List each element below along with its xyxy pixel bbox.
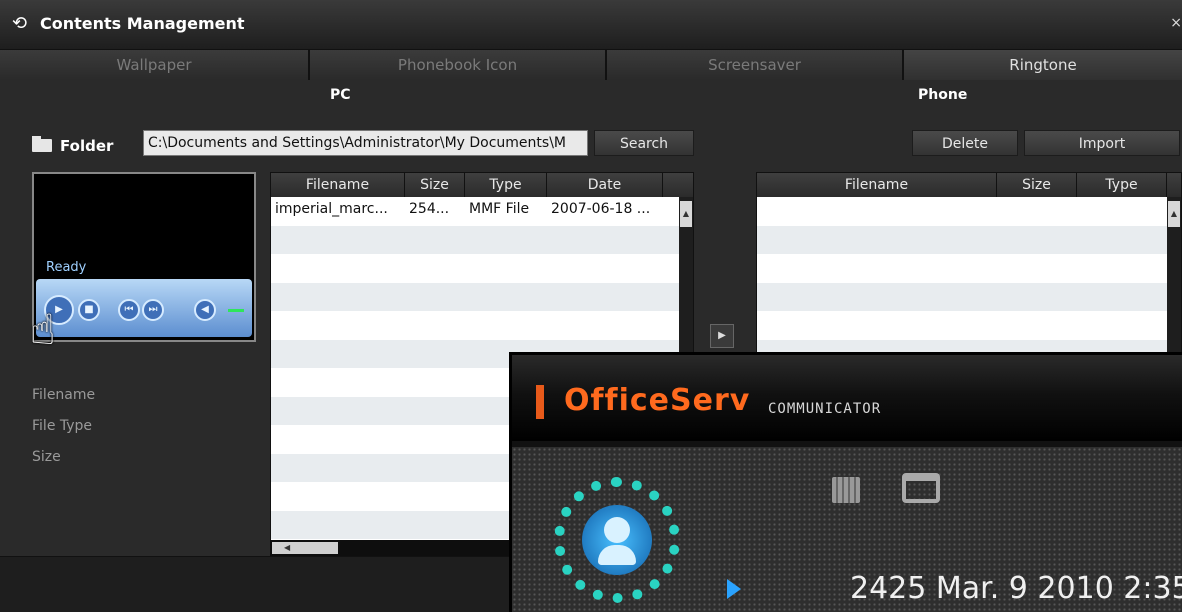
cell-filename: imperial_marc... — [275, 201, 388, 217]
window-title: Contents Management — [40, 14, 245, 33]
search-button[interactable]: Search — [594, 130, 694, 156]
scroll-left-arrow-icon[interactable]: ◀ — [272, 542, 338, 554]
scroll-up-arrow-icon[interactable]: ▲ — [680, 201, 692, 227]
table-header: Filename Size Type Date — [271, 173, 693, 197]
column-header-size[interactable]: Size — [405, 173, 465, 197]
media-player: Ready ▶ ■ ⏮ ⏭ ◀ — [32, 172, 256, 342]
table-row — [757, 197, 1181, 226]
previous-button[interactable]: ⏮ — [118, 299, 140, 321]
horizontal-scrollbar[interactable]: ◀ — [270, 540, 510, 556]
column-header-date[interactable]: Date — [547, 173, 663, 197]
tab-screensaver[interactable]: Screensaver — [607, 50, 904, 80]
content-tabs: Wallpaper Phonebook Icon Screensaver Rin… — [0, 50, 1182, 80]
avatar-head — [604, 517, 630, 543]
table-header: Filename Size Type — [757, 173, 1181, 197]
close-button[interactable]: × — [1170, 15, 1182, 31]
table-row — [757, 254, 1181, 283]
brand-bar-icon — [536, 385, 544, 419]
phone-file-table: Filename Size Type ▲ — [756, 172, 1182, 362]
scroll-up-arrow-icon[interactable]: ▲ — [1168, 201, 1180, 227]
filename-label: Filename — [32, 387, 96, 403]
folder-icon — [32, 136, 52, 152]
tab-wallpaper[interactable]: Wallpaper — [0, 50, 310, 80]
file-info: Filename File Type Size — [32, 380, 95, 473]
contacts-icon[interactable] — [832, 477, 860, 503]
window-titlebar: ⟲ Contents Management × — [0, 0, 1182, 50]
tab-phonebook-icon[interactable]: Phonebook Icon — [310, 50, 607, 80]
phone-panel-title: Phone — [918, 87, 968, 103]
player-controls: ▶ ■ ⏮ ⏭ ◀ — [36, 279, 252, 337]
next-button[interactable]: ⏭ — [142, 299, 164, 321]
table-row — [271, 225, 693, 254]
cell-size: 254... — [409, 201, 450, 217]
refresh-icon: ⟲ — [12, 13, 28, 34]
volume-icon[interactable]: ◀ — [194, 299, 216, 321]
brand-subtitle: COMMUNICATOR — [768, 401, 882, 417]
tab-ringtone[interactable]: Ringtone — [904, 50, 1182, 80]
table-row — [271, 311, 693, 340]
cell-date: 2007-06-18 ... — [551, 201, 651, 217]
transfer-arrow-button[interactable]: ▶ — [710, 324, 734, 348]
delete-button[interactable]: Delete — [912, 130, 1018, 156]
table-row — [271, 254, 693, 283]
column-header-type[interactable]: Type — [1077, 173, 1167, 197]
column-header-filename[interactable]: Filename — [271, 173, 405, 197]
stop-button[interactable]: ■ — [78, 299, 100, 321]
filetype-label: File Type — [32, 418, 93, 434]
hand-cursor-icon: ☝ — [30, 305, 56, 354]
pc-panel-title: PC — [330, 87, 351, 103]
column-header-size[interactable]: Size — [997, 173, 1077, 197]
play-arrow-icon[interactable] — [727, 579, 741, 599]
cell-type: MMF File — [469, 201, 530, 217]
communicator-header: OfficeServ COMMUNICATOR — [512, 355, 1182, 441]
table-rows — [757, 197, 1181, 361]
folder-path-input[interactable]: C:\Documents and Settings\Administrator\… — [143, 130, 588, 156]
brand-logo: OfficeServ — [564, 383, 751, 418]
column-header-type[interactable]: Type — [465, 173, 547, 197]
player-status: Ready — [46, 260, 87, 275]
table-row — [757, 282, 1181, 311]
table-row — [757, 225, 1181, 254]
vertical-scrollbar[interactable]: ▲ — [1167, 197, 1181, 361]
size-label: Size — [32, 449, 61, 465]
officeserv-communicator-window: OfficeServ COMMUNICATOR 2425 Mar. 9 2010… — [509, 352, 1182, 612]
table-row[interactable]: imperial_marc... 254... MMF File 2007-06… — [271, 197, 693, 226]
column-header-filename[interactable]: Filename — [757, 173, 997, 197]
volume-slider[interactable] — [228, 309, 244, 312]
import-button[interactable]: Import — [1024, 130, 1180, 156]
folder-label: Folder — [60, 137, 114, 155]
table-row — [271, 282, 693, 311]
speaker-phone-icon[interactable] — [902, 473, 940, 503]
table-row — [757, 311, 1181, 340]
extension-date-status: 2425 Mar. 9 2010 2:35 — [850, 571, 1182, 606]
communicator-body: 2425 Mar. 9 2010 2:35 — [512, 447, 1182, 612]
